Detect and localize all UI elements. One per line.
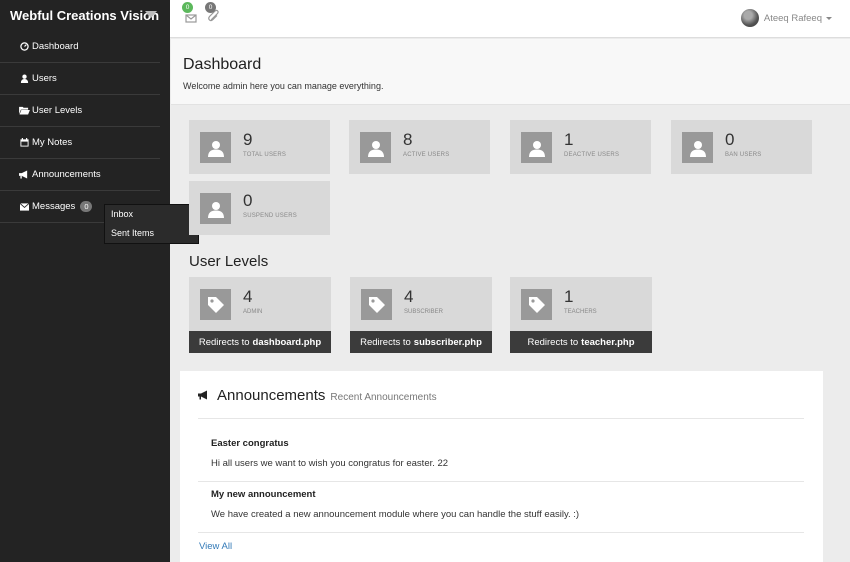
divider [198,481,804,482]
sidebar-item-label: Users [32,73,57,84]
stat-value: 8 [403,130,413,149]
stat-deactive-users[interactable]: 1 DEACTIVE USERS [510,120,651,174]
caret-down-icon [826,16,832,20]
user-silhouette-icon [360,132,391,163]
stat-value: 0 [243,191,253,210]
announcements-header: Announcements Recent Announcements [198,387,437,405]
stat-suspend-users[interactable]: 0 SUSPEND USERS [189,181,330,235]
stat-total-users[interactable]: 9 TOTAL USERS [189,120,330,174]
welcome-text: Welcome admin here you can manage everyt… [183,81,384,91]
stat-ban-users[interactable]: 0 BAN USERS [671,120,812,174]
view-all-link[interactable]: View All [199,541,232,552]
sidebar-item-label: Announcements [32,169,101,180]
redirect-prefix: Redirects to [360,336,411,348]
folder-open-icon [18,106,30,115]
brand-title[interactable]: Webful Creations Vision [10,8,159,23]
sidebar-item-announcements[interactable]: Announcements [0,159,160,191]
level-value: 4 [404,287,414,306]
stat-label: DEACTIVE USERS [564,152,620,158]
messages-submenu: Inbox Sent Items [104,204,199,244]
page-title: Dashboard [183,56,262,73]
dashboard-icon [18,42,30,51]
mail-badge: 0 [182,2,193,13]
level-value: 4 [243,287,253,306]
sidebar-item-user-levels[interactable]: User Levels [0,95,160,127]
redirect-page: subscriber.php [413,336,482,348]
user-silhouette-icon [521,132,552,163]
user-menu[interactable]: Ateeq Rafeeq [740,9,832,27]
stat-active-users[interactable]: 8 ACTIVE USERS [349,120,490,174]
announcement-title: Easter congratus [211,438,289,449]
level-label: SUBSCRIBER [404,309,444,315]
announcements-subtitle: Recent Announcements [330,392,437,403]
redirect-bar[interactable]: Redirects to subscriber.php [350,331,492,353]
sidebar-toggle-icon[interactable] [145,11,157,18]
avatar [740,9,759,27]
envelope-icon [18,202,30,211]
sidebar-item-label: Messages [32,201,76,212]
announcement-body: We have created a new announcement modul… [211,509,580,520]
level-label: ADMIN [243,309,263,315]
user-levels-title: User Levels [189,253,269,270]
tag-icon [200,289,231,320]
topbar: 0 0 Ateeq Rafeeq [170,0,850,38]
user-silhouette-icon [200,193,231,224]
submenu-item-sent-items[interactable]: Sent Items [105,224,198,243]
redirect-page: dashboard.php [252,336,322,348]
level-box: 4 ADMIN [189,277,331,331]
level-value: 1 [564,287,574,306]
user-name: Ateeq Rafeeq [763,12,822,24]
tag-icon [521,289,552,320]
stat-value: 9 [243,130,253,149]
level-admin[interactable]: 4 ADMIN Redirects to dashboard.php [189,277,331,353]
tag-icon [361,289,392,320]
divider [198,532,804,533]
level-label: TEACHERS [564,309,597,315]
brand[interactable]: Webful Creations Vision [0,0,170,30]
stat-value: 1 [564,130,574,149]
sidebar-item-users[interactable]: Users [0,63,160,95]
notes-badge: 0 [205,2,216,13]
calendar-icon [18,138,30,147]
redirect-page: teacher.php [581,336,635,348]
sidebar-item-label: My Notes [32,137,73,148]
level-box: 1 TEACHERS [510,277,652,331]
redirect-bar[interactable]: Redirects to teacher.php [510,331,652,353]
level-subscriber[interactable]: 4 SUBSCRIBER Redirects to subscriber.php [350,277,492,353]
redirect-bar[interactable]: Redirects to dashboard.php [189,331,331,353]
bullhorn-icon [18,170,30,179]
mail-notification[interactable]: 0 [182,2,198,23]
page-header: Dashboard Welcome admin here you can man… [171,39,850,105]
user-icon [18,74,30,83]
announcement-title: My new announcement [211,489,316,500]
notes-notification[interactable]: 0 [205,2,221,23]
stat-label: TOTAL USERS [243,152,287,158]
user-silhouette-icon [682,132,713,163]
user-silhouette-icon [200,132,231,163]
sidebar-item-label: User Levels [32,105,83,116]
sidebar: Webful Creations Vision Dashboard Users … [0,0,170,562]
stat-label: BAN USERS [725,152,762,158]
sidebar-item-dashboard[interactable]: Dashboard [0,31,160,63]
stat-value: 0 [725,130,735,149]
sidebar-nav: Dashboard Users User Levels My Notes Ann… [0,31,170,223]
announcements-title: Announcements [217,387,326,404]
stat-label: SUSPEND USERS [243,213,297,219]
redirect-prefix: Redirects to [527,336,579,348]
level-teachers[interactable]: 1 TEACHERS Redirects to teacher.php [510,277,652,353]
announcements-panel: Announcements Recent Announcements Easte… [180,371,823,562]
announcement-body: Hi all users we want to wish you congrat… [211,458,449,469]
stat-label: ACTIVE USERS [403,152,450,158]
sidebar-item-my-notes[interactable]: My Notes [0,127,160,159]
level-box: 4 SUBSCRIBER [350,277,492,331]
divider [198,418,804,419]
messages-count-badge: 0 [80,201,93,212]
submenu-item-inbox[interactable]: Inbox [105,205,198,224]
redirect-prefix: Redirects to [198,336,250,348]
sidebar-item-label: Dashboard [32,41,79,52]
bullhorn-icon [198,387,209,405]
